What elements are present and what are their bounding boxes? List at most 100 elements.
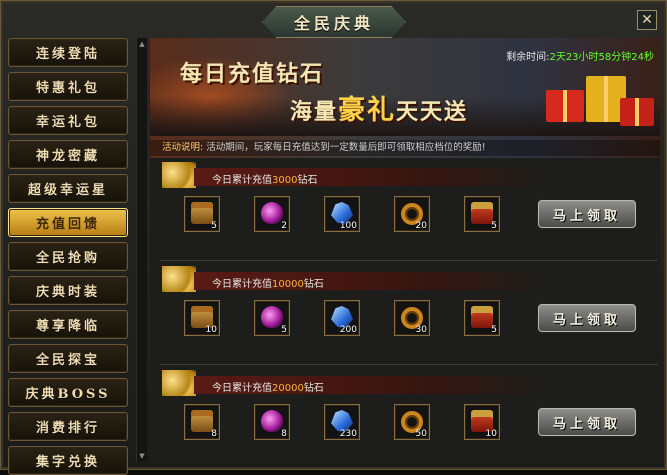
banner-headline: 每日充值钻石 [180, 61, 325, 87]
gift-box-icon [620, 98, 654, 126]
requirement-suffix: 钻石 [297, 175, 318, 186]
sidebar-item-lucky-pack[interactable]: 幸运礼包 [8, 106, 128, 135]
sidebar-item-treasure-hunt[interactable]: 全民探宝 [8, 344, 128, 373]
item-quantity: 5 [281, 325, 287, 335]
countdown-value: 2天23小时58分钟24秒 [549, 52, 654, 63]
reward-item-gold-chest[interactable]: 5 [184, 196, 220, 232]
reward-item-blue-crystal[interactable]: 230 [324, 404, 360, 440]
reward-item-gold-ring[interactable]: 50 [394, 404, 430, 440]
scroll-up-icon[interactable]: ▲ [138, 40, 146, 48]
item-quantity: 5 [491, 221, 497, 231]
gold-ingot-icon [162, 370, 196, 396]
sidebar-item-label: 幸运礼包 [35, 115, 100, 130]
red-chest-icon [471, 202, 493, 224]
sidebar-item-flash-sale[interactable]: 全民抢购 [8, 242, 128, 271]
purple-gem-icon [261, 410, 283, 432]
reward-item-gold-ring[interactable]: 20 [394, 196, 430, 232]
reward-tier-3: 今日累计充值20000钻石 8 8 230 50 10 马上领取 [160, 370, 658, 468]
sidebar-item-label: 消费排行 [35, 421, 100, 436]
reward-item-gold-chest[interactable]: 8 [184, 404, 220, 440]
reward-item-purple-gem[interactable]: 2 [254, 196, 290, 232]
sidebar-item-recharge-rewards[interactable]: 充值回馈 [8, 208, 128, 237]
requirement-prefix: 今日累计充值 [212, 383, 272, 394]
sidebar-item-discount-pack[interactable]: 特惠礼包 [8, 72, 128, 101]
sidebar-item-label: 庆典时装 [35, 285, 100, 300]
main-panel: 每日充值钻石 海量豪礼天天送 剩余时间:2天23小时58分钟24秒 活动说明: … [150, 38, 660, 462]
claim-button[interactable]: 马上领取 [538, 408, 636, 436]
requirement-suffix: 钻石 [303, 279, 324, 290]
reward-item-red-chest[interactable]: 10 [464, 404, 500, 440]
gold-chest-icon [191, 202, 213, 224]
requirement-text: 今日累计充值10000钻石 [212, 275, 324, 290]
item-quantity: 200 [339, 325, 357, 335]
reward-item-gold-ring[interactable]: 30 [394, 300, 430, 336]
sidebar-item-label: 特惠礼包 [35, 81, 100, 96]
sidebar-item-costume[interactable]: 庆典时装 [8, 276, 128, 305]
sidebar-item-spend-ranking[interactable]: 消费排行 [8, 412, 128, 441]
claim-button-label: 马上领取 [552, 312, 621, 328]
requirement-amount: 20000 [272, 383, 304, 394]
purple-gem-icon [261, 202, 283, 224]
sidebar-scrollbar[interactable]: ▲ ▼ [136, 38, 147, 462]
item-quantity: 10 [205, 325, 217, 335]
sidebar-item-super-lucky-star[interactable]: 超级幸运星 [8, 174, 128, 203]
gold-ingot-icon [162, 162, 196, 188]
tier-divider [160, 364, 658, 365]
sidebar-item-boss[interactable]: 庆典BOSS [8, 378, 128, 407]
notice-label: 活动说明: [162, 142, 204, 153]
banner-subheadline-highlight: 豪礼 [338, 95, 397, 126]
reward-item-red-chest[interactable]: 5 [464, 300, 500, 336]
gold-ingot-icon [162, 266, 196, 292]
reward-item-gold-chest[interactable]: 10 [184, 300, 220, 336]
scroll-down-icon[interactable]: ▼ [138, 452, 146, 460]
sidebar: 连续登陆 特惠礼包 幸运礼包 神龙密藏 超级幸运星 充值回馈 全民抢购 庆典时装… [8, 38, 134, 475]
banner-subheadline-pre: 海量 [290, 99, 339, 125]
item-quantity: 50 [415, 429, 427, 439]
item-quantity: 230 [339, 429, 357, 439]
item-quantity: 5 [211, 221, 217, 231]
requirement-prefix: 今日累计充值 [212, 175, 272, 186]
claim-button[interactable]: 马上领取 [538, 200, 636, 228]
banner-subheadline: 海量豪礼天天送 [290, 88, 468, 127]
item-quantity: 8 [211, 429, 217, 439]
requirement-amount: 10000 [272, 279, 304, 290]
window-title: 全民庆典 [293, 14, 374, 33]
reward-tier-1: 今日累计充值3000钻石 5 2 100 20 5 马上领取 [160, 162, 658, 260]
sidebar-item-label: 全民抢购 [35, 251, 100, 266]
reward-item-purple-gem[interactable]: 8 [254, 404, 290, 440]
requirement-text: 今日累计充值3000钻石 [212, 171, 317, 186]
item-quantity: 5 [491, 325, 497, 335]
sidebar-item-label: 连续登陆 [35, 47, 100, 62]
sidebar-item-vip-arrival[interactable]: 尊享降临 [8, 310, 128, 339]
reward-item-blue-crystal[interactable]: 100 [324, 196, 360, 232]
reward-tier-2: 今日累计充值10000钻石 10 5 200 30 5 马上领取 [160, 266, 658, 364]
requirement-text: 今日累计充值20000钻石 [212, 379, 324, 394]
event-notice: 活动说明: 活动期间，玩家每日充值达到一定数量后即可领取相应档位的奖励! [150, 140, 660, 156]
sidebar-item-label: 庆典BOSS [25, 387, 111, 402]
sidebar-item-label: 尊享降临 [35, 319, 100, 334]
sidebar-item-login[interactable]: 连续登陆 [8, 38, 128, 67]
banner-subheadline-post: 天天送 [396, 99, 469, 125]
item-quantity: 20 [415, 221, 427, 231]
tier-divider [160, 260, 658, 261]
reward-item-purple-gem[interactable]: 5 [254, 300, 290, 336]
sidebar-item-word-exchange[interactable]: 集字兑换 [8, 446, 128, 475]
countdown-label: 剩余时间: [506, 52, 550, 63]
item-quantity: 10 [485, 429, 497, 439]
claim-button[interactable]: 马上领取 [538, 304, 636, 332]
window-title-plate: 全民庆典 [262, 6, 406, 38]
sidebar-item-label: 充值回馈 [35, 217, 100, 232]
requirement-prefix: 今日累计充值 [212, 279, 272, 290]
close-button[interactable]: ✕ [637, 10, 657, 30]
reward-item-blue-crystal[interactable]: 200 [324, 300, 360, 336]
sidebar-item-label: 全民探宝 [35, 353, 100, 368]
sidebar-item-label: 集字兑换 [35, 455, 100, 470]
requirement-suffix: 钻石 [303, 383, 324, 394]
sidebar-item-dragon-treasure[interactable]: 神龙密藏 [8, 140, 128, 169]
notice-text: 活动期间，玩家每日充值达到一定数量后即可领取相应档位的奖励! [206, 142, 486, 153]
reward-item-red-chest[interactable]: 5 [464, 196, 500, 232]
red-chest-icon [471, 306, 493, 328]
sidebar-item-label: 超级幸运星 [27, 183, 108, 198]
item-quantity: 2 [281, 221, 287, 231]
requirement-amount: 3000 [272, 175, 298, 186]
